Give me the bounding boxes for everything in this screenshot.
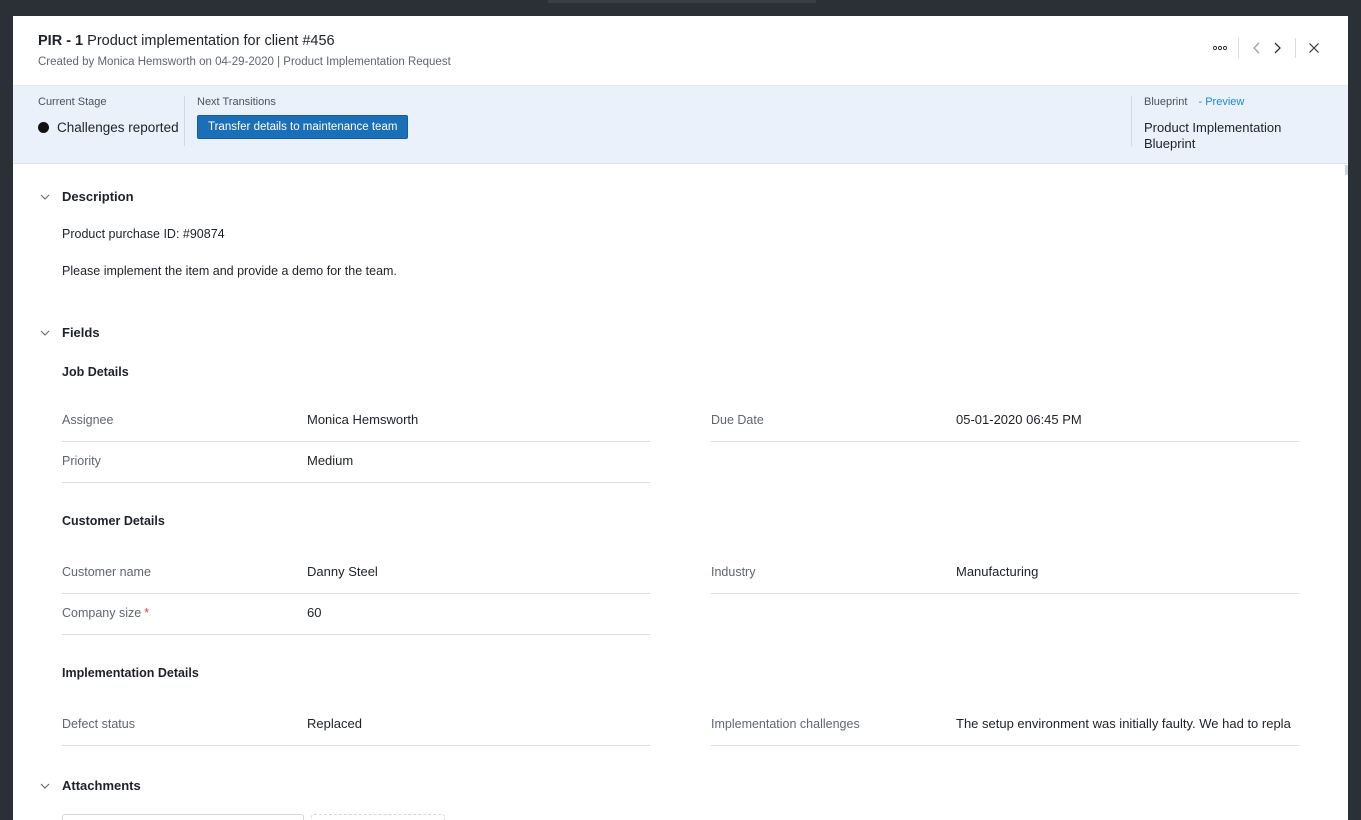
assignee-field[interactable]: Assignee Monica Hemsworth [62,401,650,442]
company-size-label-text: Company size [62,606,142,620]
attachments-heading: Attachments [62,778,141,793]
assignee-value[interactable]: Monica Hemsworth [307,412,647,427]
next-icon[interactable] [1267,38,1287,58]
defect-status-value[interactable]: Replaced [307,716,647,731]
due-date-field[interactable]: Due Date 05-01-2020 06:45 PM [711,401,1299,442]
industry-value[interactable]: Manufacturing [956,564,1291,579]
blueprint-header: Blueprint - Preview [1144,96,1304,108]
created-by: Monica Hemsworth [97,56,196,68]
fields-section-header[interactable]: Fields [38,325,100,340]
description-heading: Description [62,189,134,204]
job-details-title: Job Details [62,365,129,379]
industry-label: Industry [711,565,756,579]
company-size-field[interactable]: Company size * 60 [62,594,650,635]
chevron-down-icon[interactable] [38,330,52,336]
description-section-header[interactable]: Description [38,189,134,204]
attachment-card[interactable] [62,814,304,820]
priority-field[interactable]: Priority Medium [62,442,650,483]
request-type: | Product Implementation Request [277,56,451,68]
panel-header: PIR - 1 Product implementation for clien… [13,16,1348,86]
panel-content: Description Product purchase ID: #90874 … [13,165,1348,820]
transfer-transition-button[interactable]: Transfer details to maintenance team [197,115,409,139]
detail-panel: PIR - 1 Product implementation for clien… [13,16,1348,820]
created-on: on 04-29-2020 [199,56,274,68]
customer-name-label: Customer name [62,565,151,579]
chevron-down-icon[interactable] [38,194,52,200]
required-marker: * [144,606,150,620]
blueprint-value: Product Implementation Blueprint [1144,120,1282,151]
attachments-section-header[interactable]: Attachments [38,778,141,793]
industry-field[interactable]: Industry Manufacturing [711,553,1299,594]
next-transitions: Next Transitions Transfer details to mai… [197,96,409,139]
blueprint-preview-link[interactable]: - Preview [1198,96,1244,108]
more-icon[interactable] [1210,38,1230,58]
page-title: PIR - 1 Product implementation for clien… [38,33,335,49]
company-size-label: Company size * [62,606,149,620]
current-stage-value: Challenges reported [38,120,179,135]
blueprint-label: Blueprint [1144,96,1188,108]
description-line: Product purchase ID: #90874 [62,227,225,241]
customer-name-field[interactable]: Customer name Danny Steel [62,553,650,594]
chevron-down-icon[interactable] [38,783,52,789]
divider [1238,38,1239,58]
stage-bar: Current Stage Challenges reported Next T… [13,86,1348,164]
implementation-challenges-field[interactable]: Implementation challenges The setup envi… [711,705,1299,746]
implementation-challenges-label: Implementation challenges [711,717,860,731]
stage-dot-icon [38,122,49,133]
due-date-value[interactable]: 05-01-2020 06:45 PM [956,412,1291,427]
created-prefix: Created by [38,56,95,68]
implementation-challenges-value[interactable]: The setup environment was initially faul… [956,716,1291,731]
divider [184,96,185,146]
customer-name-value[interactable]: Danny Steel [307,564,647,579]
assignee-label: Assignee [62,413,114,427]
blueprint: Blueprint - Preview Product Implementati… [1144,96,1304,152]
header-actions [1210,38,1324,58]
customer-details-title: Customer Details [62,514,165,528]
record-title: Product implementation for client #456 [87,33,335,49]
current-stage-label: Current Stage [38,96,107,108]
defect-status-field[interactable]: Defect status Replaced [62,705,650,746]
company-size-value[interactable]: 60 [307,605,647,620]
prev-icon[interactable] [1247,38,1267,58]
current-stage: Current Stage Challenges reported [38,96,179,135]
priority-value[interactable]: Medium [307,453,647,468]
record-code: PIR - 1 [38,33,84,49]
scrollbar[interactable] [1345,165,1348,175]
close-icon[interactable] [1304,38,1324,58]
background-strip [548,0,816,3]
divider [1295,38,1296,58]
current-stage-text: Challenges reported [57,120,179,135]
next-transitions-label: Next Transitions [197,96,276,108]
record-meta: Created by Monica Hemsworth on 04-29-202… [38,56,451,68]
priority-label: Priority [62,454,101,468]
implementation-details-title: Implementation Details [62,666,199,680]
due-date-label: Due Date [711,413,764,427]
defect-status-label: Defect status [62,717,135,731]
add-attachment-dropzone[interactable] [311,814,445,820]
fields-heading: Fields [62,325,100,340]
divider [1131,96,1132,146]
description-line: Please implement the item and provide a … [62,264,397,278]
